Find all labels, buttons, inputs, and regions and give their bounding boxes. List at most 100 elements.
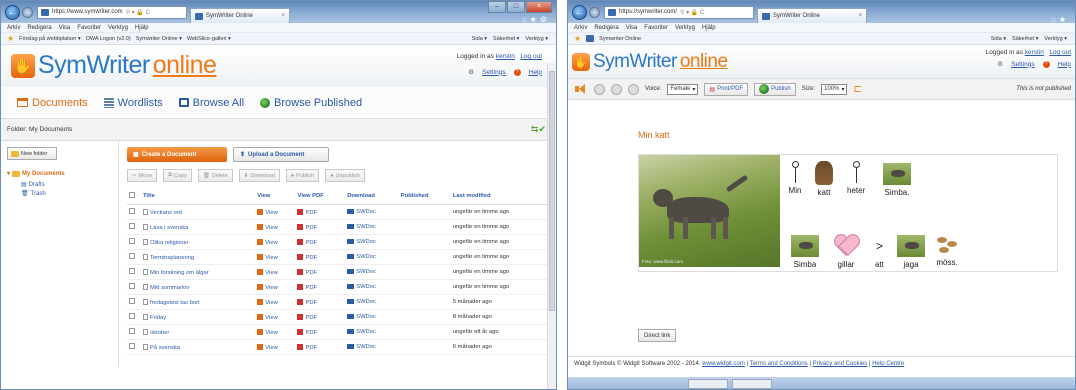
user-link[interactable]: kerstin [1025,49,1044,56]
forward-button[interactable]: → [22,6,33,18]
nav-wordlists[interactable]: Wordlists [103,97,163,109]
menu-arkiv[interactable]: Arkiv [7,25,20,31]
user-link[interactable]: kerstin [496,53,515,60]
command-verktyg[interactable]: Verktyg ▾ [1044,36,1067,42]
swdoc-link[interactable]: SWDoc [356,209,376,215]
delete-button[interactable]: 🗑 Delete [197,169,233,182]
document-title-link[interactable]: fredagstest tas bort [150,300,200,306]
upload-document-button[interactable]: ⬆ Upload a Document [233,147,329,162]
symbol-word[interactable]: Simba. [883,163,911,197]
pdf-link[interactable]: PDF [305,315,317,321]
swdoc-link[interactable]: SWDoc [356,239,376,245]
document-canvas[interactable]: Foto: www.flickr.com Min katt heter Simb… [638,154,1058,272]
command-sakerhet[interactable]: Säkerhet ▾ [493,36,519,42]
symbol-word[interactable]: Simba [791,235,819,269]
print-pdf-button[interactable]: ▤ Print/PDF [704,82,749,96]
symbol-word[interactable]: Min [787,161,803,195]
help-link[interactable]: Help [1058,61,1071,68]
document-title-link[interactable]: Friday [150,315,166,321]
row-checkbox[interactable] [129,298,135,304]
swdoc-link[interactable]: SWDoc [356,269,376,275]
create-document-button[interactable]: ▣ Create a Document [127,147,227,162]
privacy-link[interactable]: Privacy and Cookies [813,361,868,367]
speak-sentence-icon[interactable] [611,83,622,95]
document-title-link[interactable]: Läxa i svenska [150,225,188,231]
symbol-word[interactable]: möss. [935,235,959,267]
maximize-button[interactable]: □ [507,1,525,13]
publish-button[interactable]: ● Publish [285,169,320,182]
menu-visa[interactable]: Visa [59,25,71,31]
menu-favoriter[interactable]: Favoriter [77,25,101,31]
logout-link[interactable]: Log out [520,53,542,60]
menu-arkiv[interactable]: Arkiv [574,25,587,31]
logout-link[interactable]: Log out [1049,49,1071,56]
address-bar[interactable]: https://www.symwriter.com ⚲ ▾ 🔒 C [37,5,187,19]
tree-my-documents[interactable]: ▾ My Documents [7,170,112,177]
symbol-word[interactable]: > att [875,235,884,269]
pdf-link[interactable]: PDF [305,330,317,336]
menu-redigera[interactable]: Redigera [27,25,51,31]
row-checkbox[interactable] [129,328,135,334]
back-button[interactable]: ← [572,4,587,20]
new-folder-button[interactable]: New folder [7,147,57,160]
col-last-modified[interactable]: Last modified [450,188,550,205]
menu-hjalp[interactable]: Hjälp [702,25,716,31]
table-row[interactable]: Läxa i svenska View PDF SWDoc ungefär en tim… [127,219,550,235]
speaker-icon[interactable] [574,83,588,95]
document-title-link[interactable]: På svenska [150,345,180,351]
tree-trash[interactable]: 🗑 Trash [21,190,112,198]
scrollbar-thumb[interactable] [549,71,555,311]
copy-button[interactable]: ⧉ Copy [163,169,192,182]
table-row[interactable]: oktober View PDF SWDoc ungefär ett år ago [127,324,550,340]
page-scrollbar[interactable] [547,63,556,389]
row-checkbox[interactable] [129,208,135,214]
pdf-link[interactable]: PDF [305,270,317,276]
tab-close-icon[interactable]: × [281,13,285,19]
menu-favoriter[interactable]: Favoriter [644,25,668,31]
menu-verktyg[interactable]: Verktyg [675,25,695,31]
view-link[interactable]: View [265,285,277,291]
fav-item[interactable]: Symwriter Online ▾ [136,36,182,42]
document-title-link[interactable]: Olika religioner [150,240,189,246]
document-title-link[interactable]: oktober [150,330,169,336]
swdoc-link[interactable]: SWDoc [356,314,376,320]
swdoc-link[interactable]: SWDoc [356,329,376,335]
command-verktyg[interactable]: Verktyg ▾ [525,36,548,42]
pdf-link[interactable]: PDF [305,300,317,306]
view-link[interactable]: View [265,300,277,306]
table-row[interactable]: fredagstest tas bort View PDF SWDoc 5 månade… [127,294,550,310]
symbol-word[interactable]: jaga [897,235,925,269]
row-checkbox[interactable] [129,343,135,349]
row-checkbox[interactable] [129,283,135,289]
fav-item[interactable]: WebSlice-galleri ▾ [187,36,231,42]
command-sida[interactable]: Sida ▾ [991,36,1006,42]
stop-speech-icon[interactable] [628,83,639,95]
home-star-icons[interactable]: ⌂★ [1051,15,1069,24]
menu-hjalp[interactable]: Hjälp [135,25,149,31]
view-link[interactable]: View [265,210,277,216]
forward-button[interactable]: → [589,6,600,18]
favorites-star-icon[interactable]: ★ [574,34,581,43]
document-title-link[interactable]: Veckans ord [150,210,182,216]
favorites-star-icon[interactable]: ★ [7,34,14,43]
minimize-button[interactable]: – [488,1,506,13]
table-row[interactable]: Veckans ord View PDF SWDoc ungefär en timme … [127,204,550,220]
view-link[interactable]: View [265,345,277,351]
pdf-link[interactable]: PDF [305,210,317,216]
swdoc-link[interactable]: SWDoc [356,224,376,230]
command-sakerhet[interactable]: Säkerhet ▾ [1012,36,1038,42]
voice-select[interactable]: Female ▾ [667,83,699,95]
help-link[interactable]: Help [529,69,542,76]
unpublish-button[interactable]: ● Unpublish [325,169,365,182]
swdoc-link[interactable]: SWDoc [356,284,376,290]
nav-browse-published[interactable]: Browse Published [260,97,362,109]
browser-tab[interactable]: SymWriter Online × [190,8,290,23]
fav-item[interactable]: Förslag på webbplatser ▾ [19,36,80,42]
table-row[interactable]: Olika religioner View PDF SWDoc ungefär en t… [127,234,550,250]
structure-icon[interactable]: ⊏ [853,84,861,95]
settings-link[interactable]: Settings [1011,61,1035,68]
address-bar[interactable]: https://symwriter.com/ ⚲ ▾ 🔒 C [604,5,754,19]
swdoc-link[interactable]: SWDoc [356,254,376,260]
tree-drafts[interactable]: ▤ Drafts [21,181,112,189]
nav-documents[interactable]: Documents [17,97,88,109]
